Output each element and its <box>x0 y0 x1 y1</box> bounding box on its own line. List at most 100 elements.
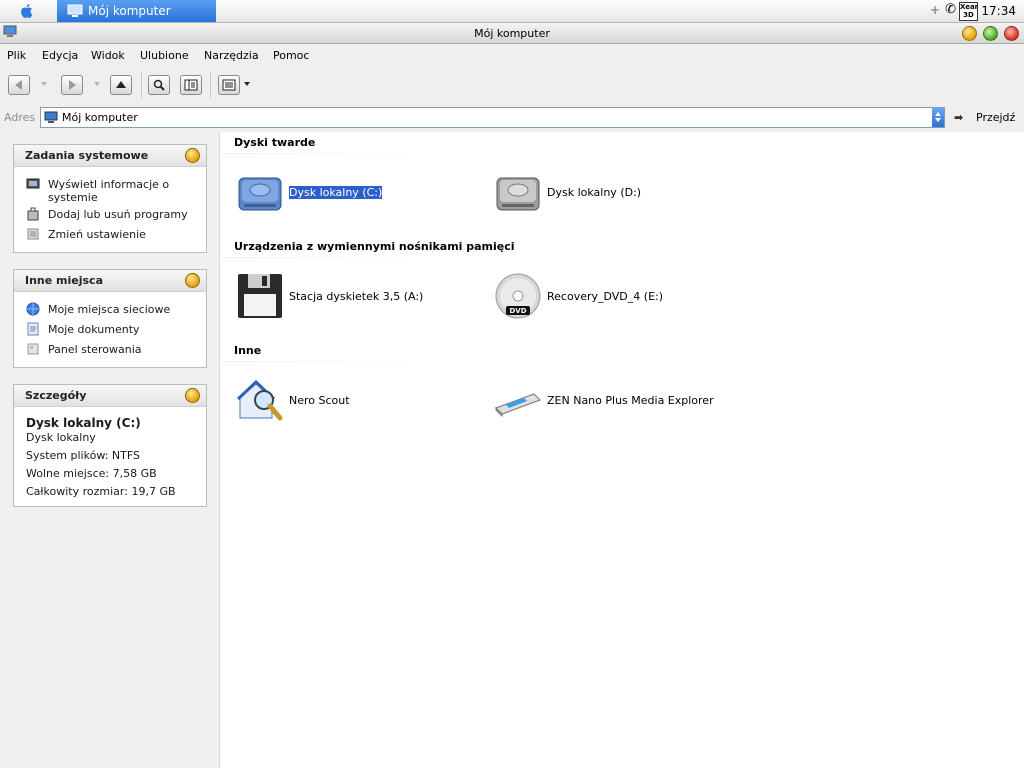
views-dropdown-icon[interactable] <box>244 82 250 86</box>
svg-text:DVD: DVD <box>509 307 526 315</box>
details-filesystem: System plików: NTFS <box>26 449 140 462</box>
close-button[interactable] <box>1004 26 1019 41</box>
arrow-left-icon <box>15 80 22 90</box>
back-button[interactable] <box>8 75 30 95</box>
clock[interactable]: 17:34 <box>981 4 1016 18</box>
plus-icon[interactable]: + <box>930 3 940 17</box>
hard-drive-gray-icon <box>494 168 544 218</box>
settings-icon <box>26 227 40 241</box>
group-header-removable: Urządzenia z wymiennymi nośnikami pamięc… <box>234 240 515 253</box>
folders-button[interactable] <box>180 75 202 95</box>
drive-d[interactable]: Dysk lokalny (D:) <box>494 168 734 218</box>
folders-icon <box>184 79 198 91</box>
item-zen-nano-plus[interactable]: ZEN Nano Plus Media Explorer <box>494 376 734 426</box>
maximize-button[interactable] <box>983 26 998 41</box>
views-icon <box>222 79 236 91</box>
up-button[interactable] <box>110 75 132 95</box>
collapse-button[interactable] <box>185 273 200 288</box>
task-pane: Zadania systemowe Wyświetl informacje o … <box>0 132 220 768</box>
task-label: Dodaj lub usuń programy <box>48 208 188 221</box>
content-area: Dyski twarde Dysk lokalny (C:) Dysk loka… <box>220 132 1024 768</box>
drive-a-floppy[interactable]: Stacja dyskietek 3,5 (A:) <box>236 272 476 322</box>
media-player-icon <box>494 376 544 426</box>
panel-title: Szczegóły <box>25 389 87 402</box>
place-label: Panel sterowania <box>48 343 142 356</box>
address-field[interactable] <box>40 107 945 128</box>
place-label: Moje dokumenty <box>48 323 140 336</box>
drive-label: Recovery_DVD_4 (E:) <box>547 290 664 303</box>
place-label: Moje miejsca sieciowe <box>48 303 171 316</box>
menu-help[interactable]: Pomoc <box>273 49 309 62</box>
address-input[interactable] <box>62 109 912 126</box>
apple-logo-icon[interactable] <box>18 2 36 20</box>
back-dropdown-icon[interactable] <box>41 82 47 86</box>
forward-button[interactable] <box>61 75 83 95</box>
item-nero-scout[interactable]: Nero Scout <box>236 376 476 426</box>
go-arrow-icon: ➡ <box>954 111 964 124</box>
toolbar-separator <box>141 72 142 98</box>
drive-c[interactable]: Dysk lokalny (C:) <box>236 168 476 218</box>
computer-icon <box>44 111 58 127</box>
arrow-up-icon <box>116 81 126 88</box>
drive-label: Dysk lokalny (C:) <box>287 185 384 200</box>
drive-label: Stacja dyskietek 3,5 (A:) <box>289 290 424 303</box>
group-divider <box>220 153 440 154</box>
arrow-right-icon <box>69 80 76 90</box>
address-dropdown-button[interactable] <box>932 108 944 127</box>
views-button[interactable] <box>218 75 240 95</box>
details-type: Dysk lokalny <box>26 431 96 444</box>
floppy-disk-icon <box>236 272 286 322</box>
details-panel: Szczegóły Dysk lokalny (C:) Dysk lokalny… <box>13 384 207 507</box>
menu-tools[interactable]: Narzędzia <box>204 49 259 62</box>
drive-e-dvd[interactable]: DVD Recovery_DVD_4 (E:) <box>494 272 734 322</box>
control-panel-icon <box>26 342 40 356</box>
toolbar-separator <box>210 72 211 98</box>
address-bar: Adres ➡ Przejdź <box>0 104 1024 132</box>
taskbar-item-label: Mój komputer <box>88 4 171 18</box>
panel-header[interactable]: Inne miejsca <box>14 270 206 292</box>
task-label: Wyświetl informacje o systemie <box>48 178 170 204</box>
window-title: Mój komputer <box>474 27 550 40</box>
toolbar <box>0 66 1024 105</box>
panel-header[interactable]: Szczegóły <box>14 385 206 407</box>
menu-bar: Plik Edycja Widok Ulubione Narzędzia Pom… <box>0 44 1024 66</box>
group-header-other: Inne <box>234 344 262 357</box>
xear-3d-icon[interactable]: Xear 3D <box>959 2 978 21</box>
menu-file[interactable]: Plik <box>7 49 26 62</box>
panel-header[interactable]: Zadania systemowe <box>14 145 206 167</box>
system-info-icon <box>26 177 40 191</box>
taskbar-item-my-computer[interactable]: Mój komputer <box>57 0 216 22</box>
dvd-drive-icon: DVD <box>494 272 544 322</box>
task-label: Zmień ustawienie <box>48 228 146 241</box>
menu-view[interactable]: Widok <box>91 49 125 62</box>
search-icon <box>153 79 165 91</box>
details-free-space: Wolne miejsce: 7,58 GB <box>26 467 157 480</box>
go-label: Przejdź <box>976 111 1016 124</box>
details-name: Dysk lokalny (C:) <box>26 416 141 430</box>
item-label: Nero Scout <box>289 394 350 407</box>
add-remove-programs-icon <box>26 207 40 221</box>
phone-icon[interactable]: ✆ <box>945 2 956 17</box>
system-tasks-panel: Zadania systemowe Wyświetl informacje o … <box>13 144 207 253</box>
menu-edit[interactable]: Edycja <box>42 49 78 62</box>
documents-icon <box>26 322 40 336</box>
details-total-size: Całkowity rozmiar: 19,7 GB <box>26 485 176 498</box>
collapse-button[interactable] <box>185 148 200 163</box>
collapse-button[interactable] <box>185 388 200 403</box>
network-globe-icon <box>26 302 40 316</box>
group-divider <box>220 361 440 362</box>
item-label: ZEN Nano Plus Media Explorer <box>547 394 714 407</box>
address-label: Adres <box>4 111 36 124</box>
group-divider <box>220 257 440 258</box>
computer-icon <box>67 4 83 21</box>
search-button[interactable] <box>148 75 170 95</box>
minimize-button[interactable] <box>962 26 977 41</box>
group-header-hard-drives: Dyski twarde <box>234 136 316 149</box>
other-places-panel: Inne miejsca Moje miejsca sieciowe Moje … <box>13 269 207 368</box>
panel-title: Inne miejsca <box>25 274 103 287</box>
panel-title: Zadania systemowe <box>25 149 149 162</box>
menu-favorites[interactable]: Ulubione <box>140 49 189 62</box>
system-bar: Mój komputer + ✆ Xear 3D 17:34 <box>0 0 1024 23</box>
window-title-bar[interactable]: Mój komputer <box>0 23 1024 44</box>
forward-dropdown-icon[interactable] <box>94 82 100 86</box>
